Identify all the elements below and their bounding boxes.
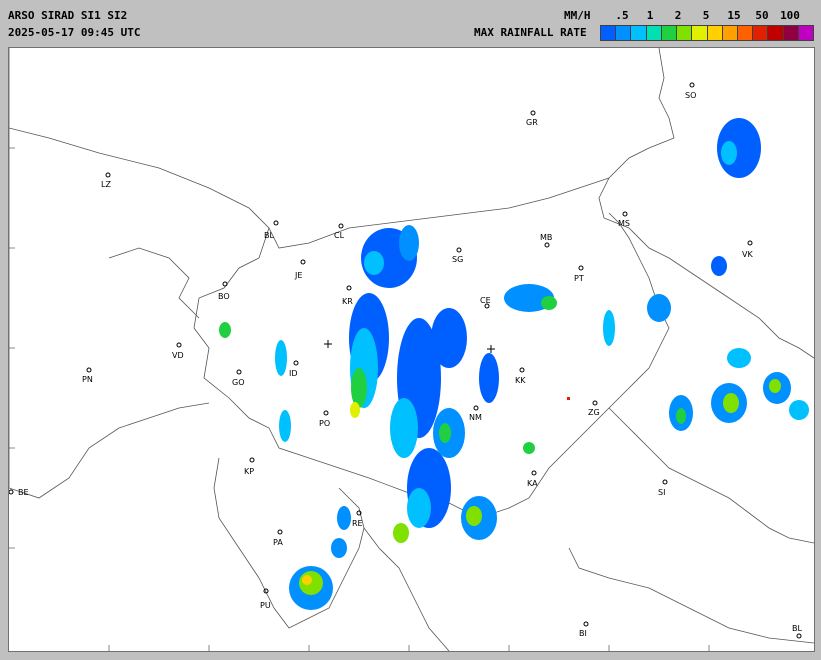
legend-swatch (677, 26, 693, 40)
city-marker: SI (658, 479, 668, 497)
svg-text:ID: ID (289, 369, 298, 378)
svg-text:SO: SO (685, 91, 696, 100)
svg-text:KP: KP (244, 467, 254, 476)
svg-text:RE: RE (352, 519, 363, 528)
city-marker: GO (232, 369, 245, 387)
legend-swatch (661, 26, 678, 40)
svg-text:MS: MS (618, 219, 630, 228)
legend-swatch (798, 26, 814, 40)
city-marker: JE (294, 259, 306, 280)
svg-text:BE: BE (18, 488, 29, 497)
header-bar: ARSO SIRAD SI1 SI2 2025-05-17 09:45 UTC … (0, 0, 821, 46)
svg-text:BL: BL (792, 624, 802, 633)
legend-unit: MM/H (564, 9, 591, 22)
legend-value: 2 (674, 9, 682, 22)
svg-text:VD: VD (172, 351, 184, 360)
city-marker: BL (792, 624, 802, 639)
svg-text:CL: CL (334, 231, 345, 240)
city-marker: PN (82, 367, 93, 384)
legend-swatch (753, 26, 769, 40)
svg-text:PU: PU (260, 601, 271, 610)
svg-text:SI: SI (658, 488, 665, 497)
city-marker: RE (352, 510, 363, 528)
legend-swatch (768, 26, 784, 40)
svg-text:BO: BO (218, 292, 230, 301)
svg-text:ZG: ZG (588, 408, 600, 417)
city-marker: BL (264, 220, 279, 240)
radar-map[interactable]: SO GR LZ MS BL CL MB VK JE SG PT BO KR C… (8, 47, 815, 652)
svg-text:PT: PT (574, 274, 584, 283)
city-marker: VK (742, 240, 753, 259)
legend-title: MAX RAINFALL RATE (474, 26, 587, 39)
city-marker: PA (273, 529, 283, 547)
city-marker: BO (218, 281, 230, 301)
svg-text:KA: KA (527, 479, 538, 488)
station-title: ARSO SIRAD SI1 SI2 (8, 9, 128, 22)
city-marker: PT (574, 265, 584, 283)
svg-text:PN: PN (82, 375, 93, 384)
legend-swatch (692, 26, 708, 40)
map-canvas: SO GR LZ MS BL CL MB VK JE SG PT BO KR C… (9, 48, 814, 651)
city-marker: KK (515, 367, 526, 385)
svg-text:BL: BL (264, 231, 274, 240)
svg-text:LZ: LZ (101, 180, 111, 189)
svg-text:GR: GR (526, 118, 538, 127)
city-marker: VD (172, 342, 184, 360)
city-marker: GR (526, 110, 538, 127)
legend-value: 1 (646, 9, 654, 22)
svg-text:CE: CE (480, 296, 491, 305)
city-marker: KA (527, 470, 538, 488)
timestamp: 2025-05-17 09:45 UTC (8, 26, 141, 39)
legend-value: 15 (727, 9, 741, 22)
svg-text:JE: JE (294, 271, 302, 280)
legend-color-scale (600, 25, 814, 41)
legend-value: 100 (780, 9, 800, 22)
city-marker: LZ (101, 172, 111, 189)
svg-text:SG: SG (452, 255, 463, 264)
svg-text:KK: KK (515, 376, 526, 385)
legend-value: .5 (615, 9, 629, 22)
legend-swatch (601, 26, 617, 40)
legend-swatch (707, 26, 723, 40)
city-marker: BI (579, 621, 589, 638)
svg-text:GO: GO (232, 378, 245, 387)
city-marker: KR (342, 285, 353, 306)
city-marker: NM (469, 405, 482, 422)
legend-value: 50 (755, 9, 769, 22)
svg-text:BI: BI (579, 629, 587, 638)
radar-site-icon (324, 340, 332, 348)
city-marker: SG (452, 247, 463, 264)
legend-swatch (737, 26, 754, 40)
legend-swatch (631, 26, 647, 40)
radar-site-icon (487, 345, 495, 353)
city-marker: SO (685, 82, 696, 100)
svg-text:VK: VK (742, 250, 753, 259)
precipitation-echoes (219, 118, 809, 610)
city-marker: CE (480, 296, 491, 309)
city-marker: CL (334, 223, 345, 240)
city-marker: PU (260, 588, 271, 610)
legend-swatch (783, 26, 799, 40)
legend-swatch (616, 26, 632, 40)
svg-text:MB: MB (540, 233, 552, 242)
legend-value: 5 (702, 9, 710, 22)
svg-text:NM: NM (469, 413, 482, 422)
city-marker: MB (540, 233, 552, 248)
city-marker: ZG (588, 400, 600, 417)
svg-text:PO: PO (319, 419, 330, 428)
city-marker: PO (319, 410, 330, 428)
legend-swatch (646, 26, 662, 40)
legend-swatch (722, 26, 738, 40)
city-marker: MS (618, 211, 630, 228)
city-marker: ID (289, 360, 299, 378)
svg-text:PA: PA (273, 538, 283, 547)
city-marker: KP (244, 457, 255, 476)
svg-text:KR: KR (342, 297, 353, 306)
